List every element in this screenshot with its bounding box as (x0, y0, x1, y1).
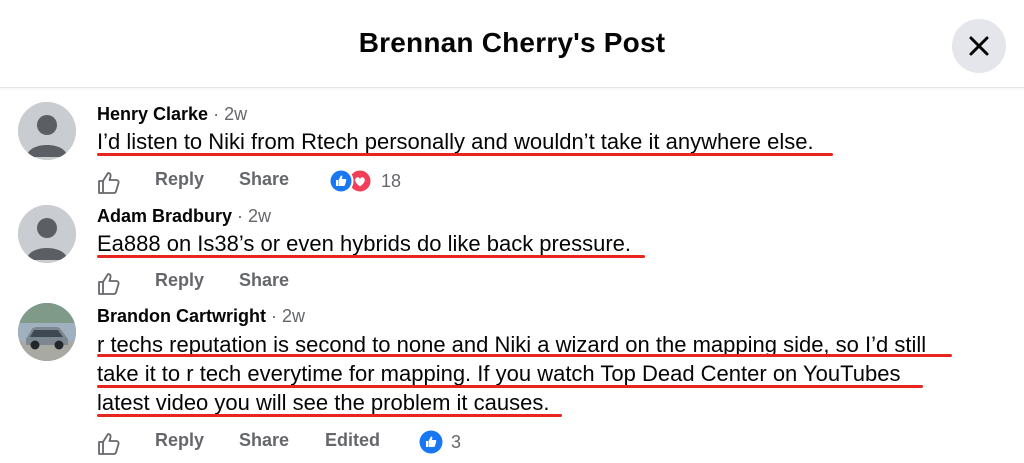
reactions-summary[interactable]: 18 (328, 168, 401, 194)
default-avatar-icon (18, 102, 76, 160)
like-reaction-icon (328, 168, 373, 194)
red-underline (97, 385, 923, 388)
avatar[interactable] (18, 102, 76, 160)
comment-line: latest video you will see the problem it… (97, 390, 550, 415)
share-button[interactable]: Share (239, 430, 289, 451)
comment-timestamp[interactable]: 2w (248, 206, 271, 226)
comment-text: Ea888 on Is38’s or even hybrids do like … (97, 229, 967, 258)
reactions-summary[interactable]: 3 (418, 429, 461, 455)
reaction-count: 3 (451, 431, 462, 452)
red-underline (97, 153, 833, 156)
avatar-photo[interactable] (18, 303, 76, 361)
reply-button[interactable]: Reply (155, 430, 204, 451)
avatar[interactable] (18, 205, 76, 263)
comment-text: I’d listen to Niki from Rtech personally… (97, 127, 967, 156)
comment-author[interactable]: Brandon Cartwright (97, 306, 266, 326)
page-title: Brennan Cherry's Post (358, 27, 666, 58)
red-underline (97, 255, 645, 258)
comment-author[interactable]: Henry Clarke (97, 104, 208, 124)
like-reaction-icon (419, 430, 443, 454)
car-photo-icon (18, 303, 76, 361)
comment-author[interactable]: Adam Bradbury (97, 206, 232, 226)
share-button[interactable]: Share (239, 169, 289, 190)
default-avatar-icon (18, 205, 76, 263)
post-dialog-header: Brennan Cherry's Post (0, 0, 1024, 88)
comment-timestamp[interactable]: 2w (224, 104, 247, 124)
edited-label[interactable]: Edited (325, 430, 380, 451)
reply-button[interactable]: Reply (155, 270, 204, 291)
thumbs-up-icon[interactable] (97, 272, 121, 296)
comment-line: I’d listen to Niki from Rtech personally… (97, 129, 814, 154)
thumbs-up-icon[interactable] (97, 171, 121, 195)
comment-line: Ea888 on Is38’s or even hybrids do like … (97, 231, 632, 256)
close-icon (969, 36, 989, 56)
red-underline (97, 414, 562, 417)
comment-text: r techs reputation is second to none and… (97, 330, 967, 417)
thumbs-up-icon[interactable] (97, 432, 121, 456)
reply-button[interactable]: Reply (155, 169, 204, 190)
close-button[interactable] (952, 19, 1006, 73)
reaction-count: 18 (381, 170, 402, 191)
red-underline (97, 354, 952, 357)
comment-line: take it to r tech everytime for mapping.… (97, 361, 901, 386)
share-button[interactable]: Share (239, 270, 289, 291)
comment-timestamp[interactable]: 2w (282, 306, 305, 326)
